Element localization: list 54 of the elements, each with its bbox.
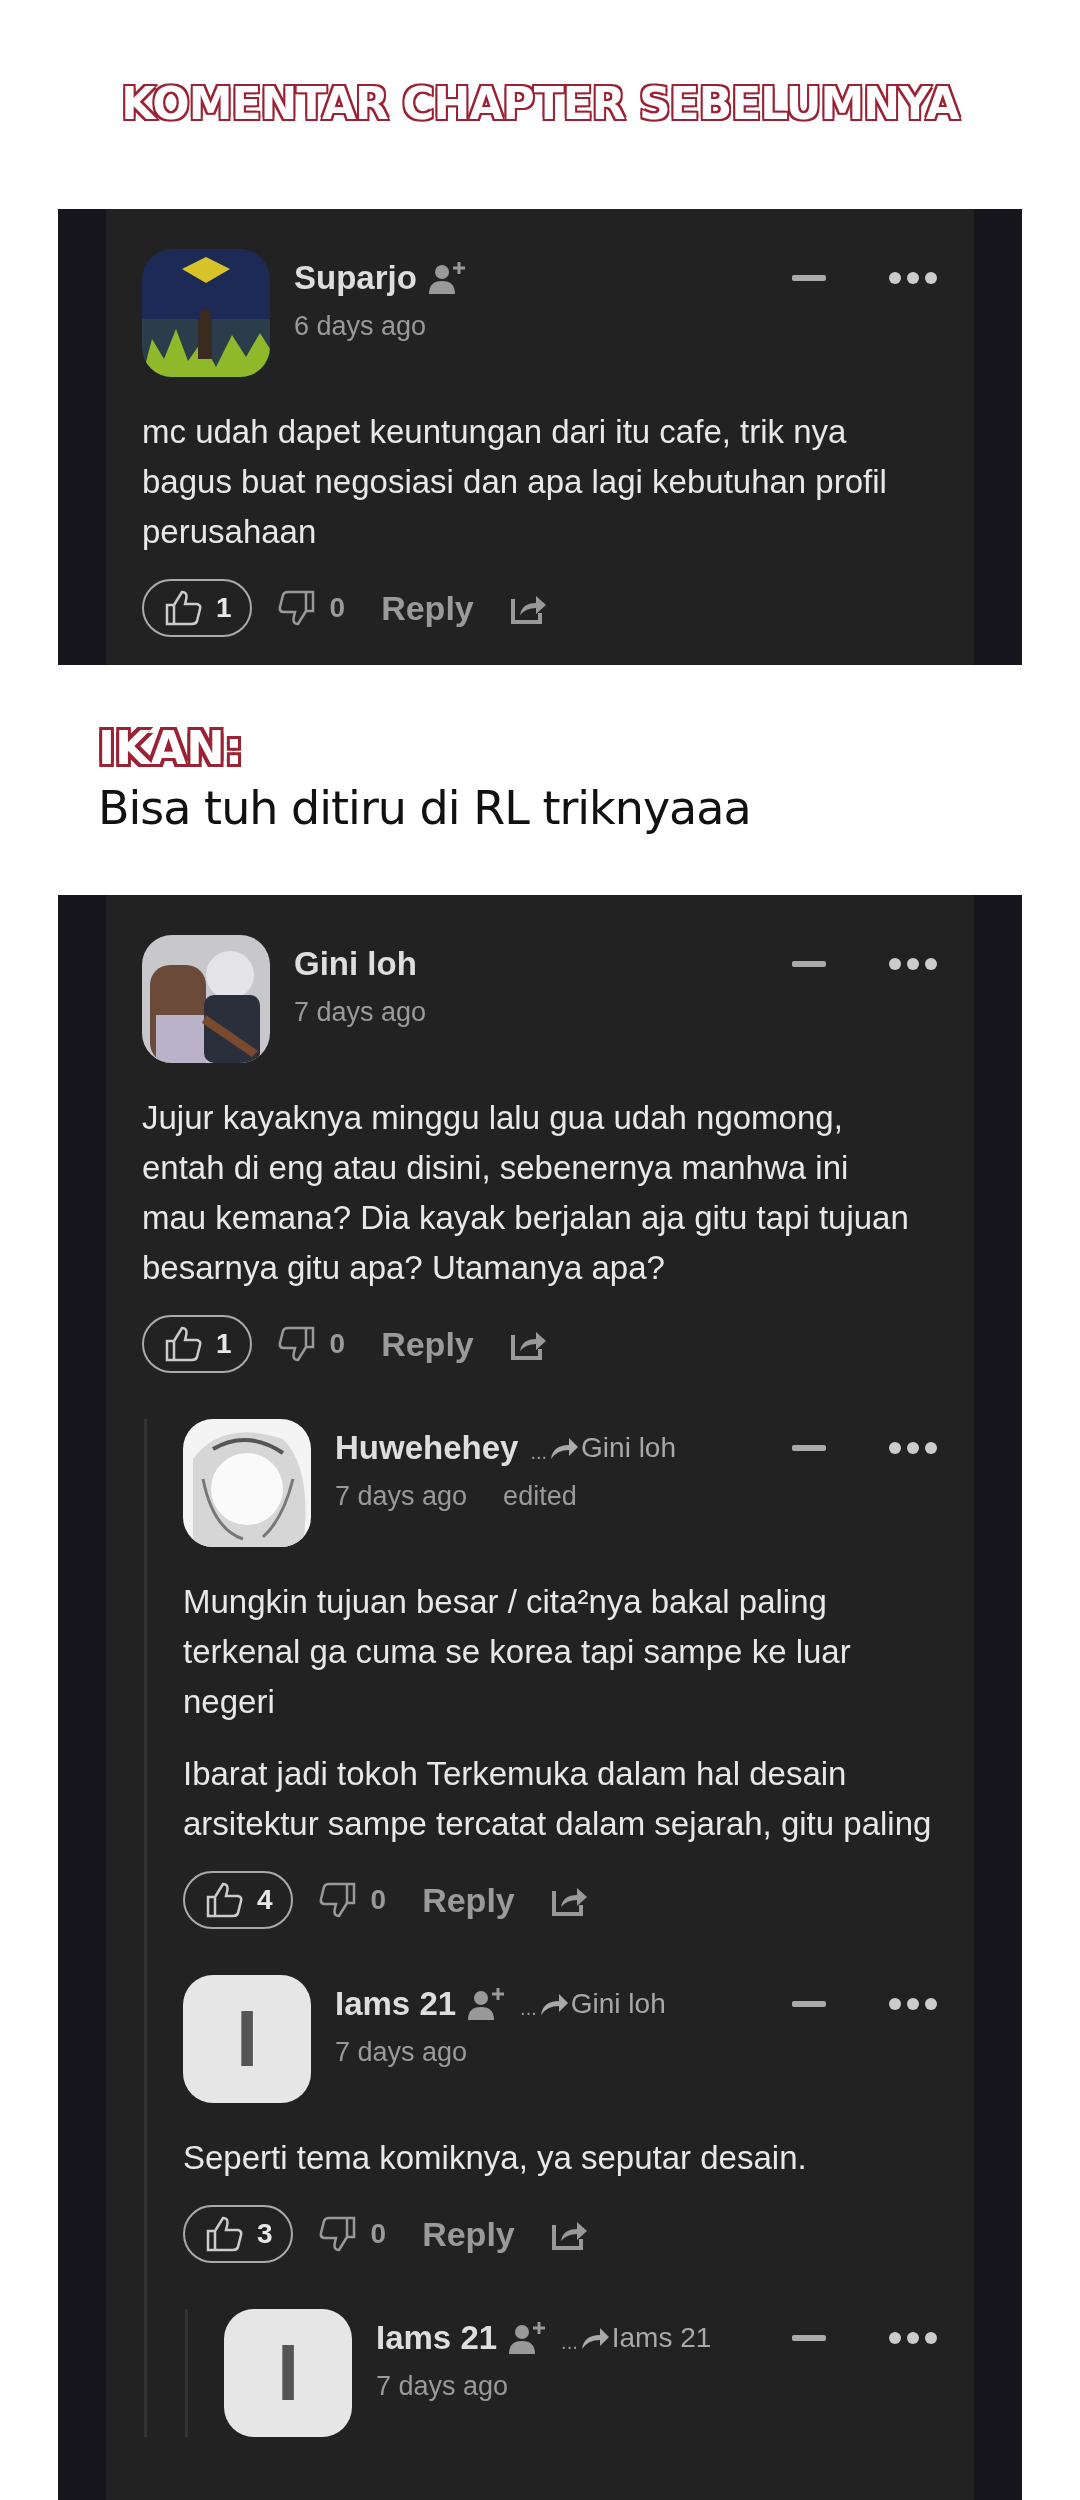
arrow-icon — [579, 2325, 610, 2351]
arrow-icon — [538, 1991, 569, 2017]
note-text: Bisa tuh ditiru di RL triknyaaa — [98, 781, 751, 835]
username[interactable]: Iams 21 — [376, 2319, 498, 2357]
timestamp: 7 days ago — [294, 997, 427, 1028]
edited-label: edited — [503, 1481, 577, 1512]
more-icon[interactable] — [888, 957, 938, 971]
more-icon[interactable] — [888, 1997, 938, 2011]
ellipsis: ... — [561, 2331, 578, 2354]
comment-text: Ibarat jadi tokoh Terkemuka dalam hal desain arsitektur sampe tercatat dalam sejarah, gitu paling — [183, 1754, 933, 1844]
thumbs-down-icon — [318, 2216, 357, 2252]
username[interactable]: Suparjo — [294, 259, 417, 297]
username[interactable]: Huwehehey — [335, 1429, 519, 1467]
ellipsis: ... — [530, 1441, 548, 1464]
thumbs-up-icon — [164, 1326, 202, 1362]
reply-button[interactable]: Reply — [371, 1324, 484, 1364]
dislike-button[interactable]: 0 — [277, 1326, 346, 1362]
avatar: I — [224, 2309, 352, 2437]
note-label: IKAN: — [98, 721, 244, 775]
ellipsis: ... — [520, 1997, 537, 2020]
comment-text: Jujur kayaknya minggu lalu gua udah ngomong, entah di eng atau disini, sebenernya manhwa ini mau kemana? Dia kayak berjalan aja gitu tapi tujuan besarnya gitu apa? Utamanya apa? — [142, 1098, 910, 1288]
dislike-button[interactable]: 0 — [318, 1882, 387, 1918]
like-button[interactable]: 4 — [183, 1871, 293, 1929]
like-button[interactable]: 1 — [142, 579, 252, 637]
like-button[interactable]: 3 — [183, 2205, 293, 2263]
reply-to-name[interactable]: Iams 21 — [611, 2322, 712, 2354]
more-icon[interactable] — [888, 2331, 938, 2345]
comment-text: Mungkin tujuan besar / cita²nya bakal paling terkenal ga cuma se korea tapi sampe ke luar negeri — [183, 1582, 852, 1722]
comment-text: Seperti tema komiknya, ya seputar desain. — [183, 2138, 808, 2178]
more-icon[interactable] — [888, 1441, 938, 1455]
like-button[interactable]: 1 — [142, 1315, 252, 1373]
dislike-button[interactable]: 0 — [277, 590, 346, 626]
thumbs-down-icon — [277, 590, 316, 626]
reply-to-name[interactable]: Gini loh — [570, 1988, 666, 2020]
comment-text: mc udah dapet keuntungan dari itu cafe, trik nya bagus buat negosiasi dan apa lagi kebutuhan profil perusahaan — [142, 412, 888, 552]
reply-button[interactable]: Reply — [412, 2214, 525, 2254]
thumbs-down-icon — [277, 1326, 316, 1362]
timestamp: 6 days ago — [294, 311, 427, 342]
username[interactable]: Iams 21 — [335, 1985, 457, 2023]
thumbs-up-icon — [164, 590, 202, 626]
timestamp: 7 days ago — [376, 2371, 509, 2402]
reply-button[interactable]: Reply — [412, 1880, 525, 1920]
avatar: I — [183, 1975, 311, 2103]
thumbs-up-icon — [205, 2216, 243, 2252]
thumbs-up-icon — [205, 1882, 243, 1918]
arrow-icon — [549, 1435, 580, 1461]
reply-to-name[interactable]: Gini loh — [581, 1432, 676, 1464]
reply-button[interactable]: Reply — [371, 588, 484, 628]
thumbs-down-icon — [318, 1882, 357, 1918]
timestamp: 7 days ago — [335, 2037, 468, 2068]
dislike-button[interactable]: 0 — [318, 2216, 387, 2252]
timestamp: 7 days ago — [335, 1481, 468, 1512]
more-icon[interactable] — [888, 271, 938, 285]
username[interactable]: Gini loh — [294, 945, 417, 983]
